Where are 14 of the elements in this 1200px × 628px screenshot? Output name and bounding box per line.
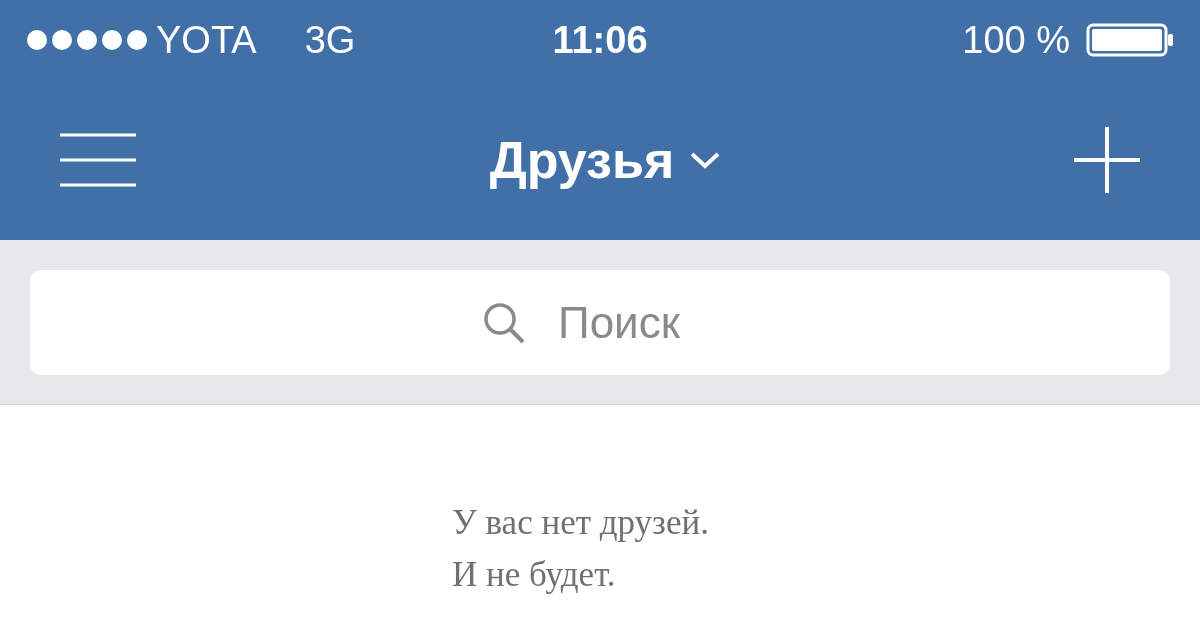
clock-time: 11:06 (552, 17, 648, 63)
search-icon (482, 301, 526, 345)
search-field[interactable]: Поиск (30, 270, 1170, 375)
menu-button[interactable] (60, 132, 136, 188)
battery-percent: 100 % (962, 17, 1070, 63)
chevron-icon (690, 151, 721, 169)
empty-message-line: У вас нет друзей. (452, 502, 710, 544)
battery-icon (1086, 23, 1174, 57)
network-type: 3G (304, 17, 356, 63)
signal-icon (26, 29, 148, 51)
title-dropdown[interactable]: Друзья (489, 121, 721, 199)
empty-message-line: И не будет. (452, 554, 617, 596)
add-button[interactable] (1074, 127, 1140, 193)
carrier-name: YOTA (156, 17, 257, 63)
